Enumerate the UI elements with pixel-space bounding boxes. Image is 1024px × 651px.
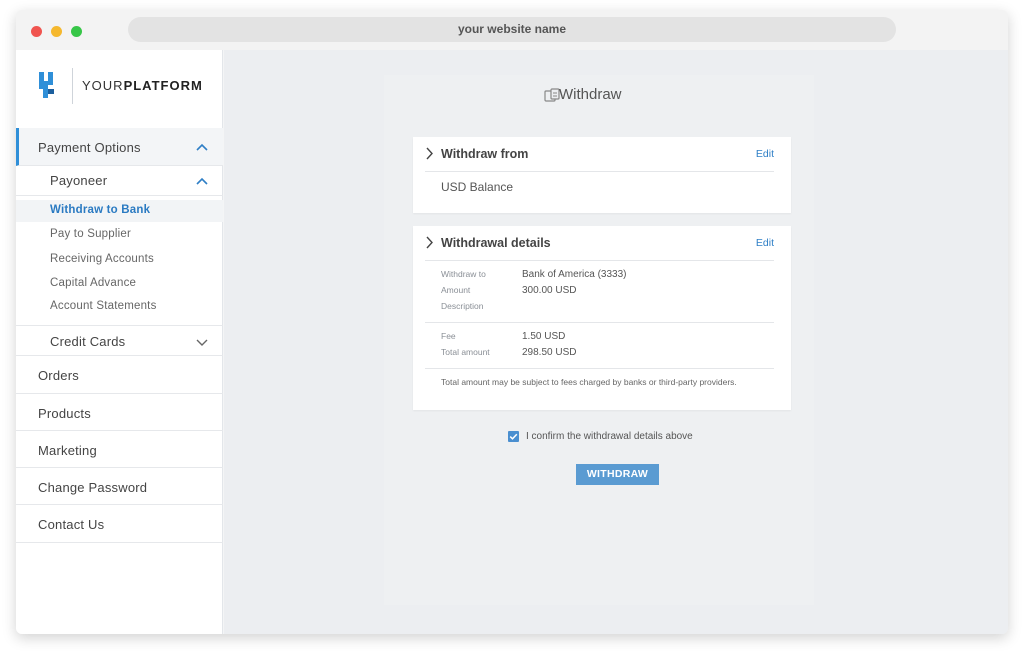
logo-text: YOURPLATFORM <box>82 78 203 93</box>
browser-window: your website name YOURPLATFORM Payment O… <box>16 10 1008 634</box>
sidebar-item-label: Credit Cards <box>50 334 126 349</box>
wallet-icon <box>544 88 560 102</box>
detail-value-fee: 1.50 USD <box>522 331 566 342</box>
sidebar-item-label: Contact Us <box>38 517 105 532</box>
divider <box>425 322 774 323</box>
detail-key-amount: Amount <box>441 285 471 295</box>
confirm-label[interactable]: I confirm the withdrawal details above <box>526 431 693 442</box>
detail-key-fee: Fee <box>441 331 456 341</box>
sidebar-item-change-password[interactable]: Change Password <box>16 468 223 505</box>
withdrawal-details-edit-link[interactable]: Edit <box>756 237 774 249</box>
sidebar: YOURPLATFORM Payment Options Payoneer Wi… <box>16 50 223 634</box>
divider <box>425 171 774 172</box>
main-content: Withdraw Withdraw from Edit USD Balance … <box>224 50 1008 634</box>
logo-divider <box>72 68 73 104</box>
withdraw-from-title: Withdraw from <box>441 147 529 161</box>
sidebar-item-receiving-accounts[interactable]: Receiving Accounts <box>16 249 223 271</box>
browser-titlebar: your website name <box>16 10 1008 50</box>
withdraw-button[interactable]: WITHDRAW <box>576 464 659 485</box>
sidebar-item-products[interactable]: Products <box>16 394 223 431</box>
minimize-window-button[interactable] <box>51 26 62 37</box>
sidebar-item-payoneer[interactable]: Payoneer <box>16 166 223 196</box>
sidebar-item-marketing[interactable]: Marketing <box>16 431 223 468</box>
detail-key-total-amount: Total amount <box>441 347 490 357</box>
sidebar-item-label: Orders <box>38 368 79 383</box>
chevron-right-icon <box>426 236 433 249</box>
sidebar-item-label: Account Statements <box>50 300 157 312</box>
sidebar-item-label: Products <box>38 406 91 421</box>
sidebar-item-payment-options[interactable]: Payment Options <box>16 128 223 166</box>
sidebar-item-capital-advance[interactable]: Capital Advance <box>16 273 223 295</box>
withdrawal-details-title: Withdrawal details <box>441 236 551 250</box>
sidebar-item-withdraw-to-bank[interactable]: Withdraw to Bank <box>16 200 223 222</box>
sidebar-item-label: Pay to Supplier <box>50 228 131 240</box>
platform-logo-icon <box>39 72 54 98</box>
sidebar-item-label: Marketing <box>38 443 97 458</box>
logo-text-prefix: YOUR <box>82 78 124 93</box>
logo-text-bold: PLATFORM <box>123 78 203 93</box>
detail-value-amount: 300.00 USD <box>522 285 577 296</box>
fees-disclaimer: Total amount may be subject to fees char… <box>441 377 737 387</box>
chevron-up-icon <box>196 177 208 185</box>
chevron-right-icon <box>426 147 433 160</box>
sidebar-item-label: Withdraw to Bank <box>50 204 151 216</box>
sidebar-item-orders[interactable]: Orders <box>16 356 223 394</box>
sidebar-item-account-statements[interactable]: Account Statements <box>16 296 223 318</box>
detail-value-total-amount: 298.50 USD <box>522 347 577 358</box>
sidebar-item-contact-us[interactable]: Contact Us <box>16 505 223 543</box>
detail-value-withdraw-to: Bank of America (3333) <box>522 269 627 280</box>
sidebar-item-label: Receiving Accounts <box>50 253 154 265</box>
sidebar-item-label: Change Password <box>38 480 148 495</box>
page-title: Withdraw <box>559 86 622 103</box>
detail-key-withdraw-to: Withdraw to <box>441 269 486 279</box>
sidebar-item-label: Payment Options <box>38 140 141 155</box>
divider <box>425 260 774 261</box>
withdrawal-details-card: Withdrawal details Edit Withdraw to Bank… <box>413 226 791 410</box>
detail-key-description: Description <box>441 301 484 311</box>
sidebar-item-credit-cards[interactable]: Credit Cards <box>16 325 223 356</box>
withdraw-from-header[interactable]: Withdraw from Edit <box>413 137 791 171</box>
address-bar[interactable]: your website name <box>128 17 896 42</box>
confirm-checkbox[interactable] <box>508 431 519 442</box>
close-window-button[interactable] <box>31 26 42 37</box>
sidebar-item-label: Payoneer <box>50 173 108 188</box>
withdrawal-details-header[interactable]: Withdrawal details Edit <box>413 226 791 260</box>
chevron-up-icon <box>196 143 208 151</box>
withdraw-from-card: Withdraw from Edit USD Balance <box>413 137 791 213</box>
withdraw-from-value: USD Balance <box>441 180 514 194</box>
withdraw-from-edit-link[interactable]: Edit <box>756 148 774 160</box>
sidebar-item-pay-to-supplier[interactable]: Pay to Supplier <box>16 224 223 246</box>
divider <box>425 368 774 369</box>
sidebar-item-label: Capital Advance <box>50 277 137 289</box>
checkmark-icon <box>509 433 518 440</box>
maximize-window-button[interactable] <box>71 26 82 37</box>
chevron-down-icon <box>196 339 208 346</box>
logo[interactable]: YOURPLATFORM <box>16 50 223 128</box>
